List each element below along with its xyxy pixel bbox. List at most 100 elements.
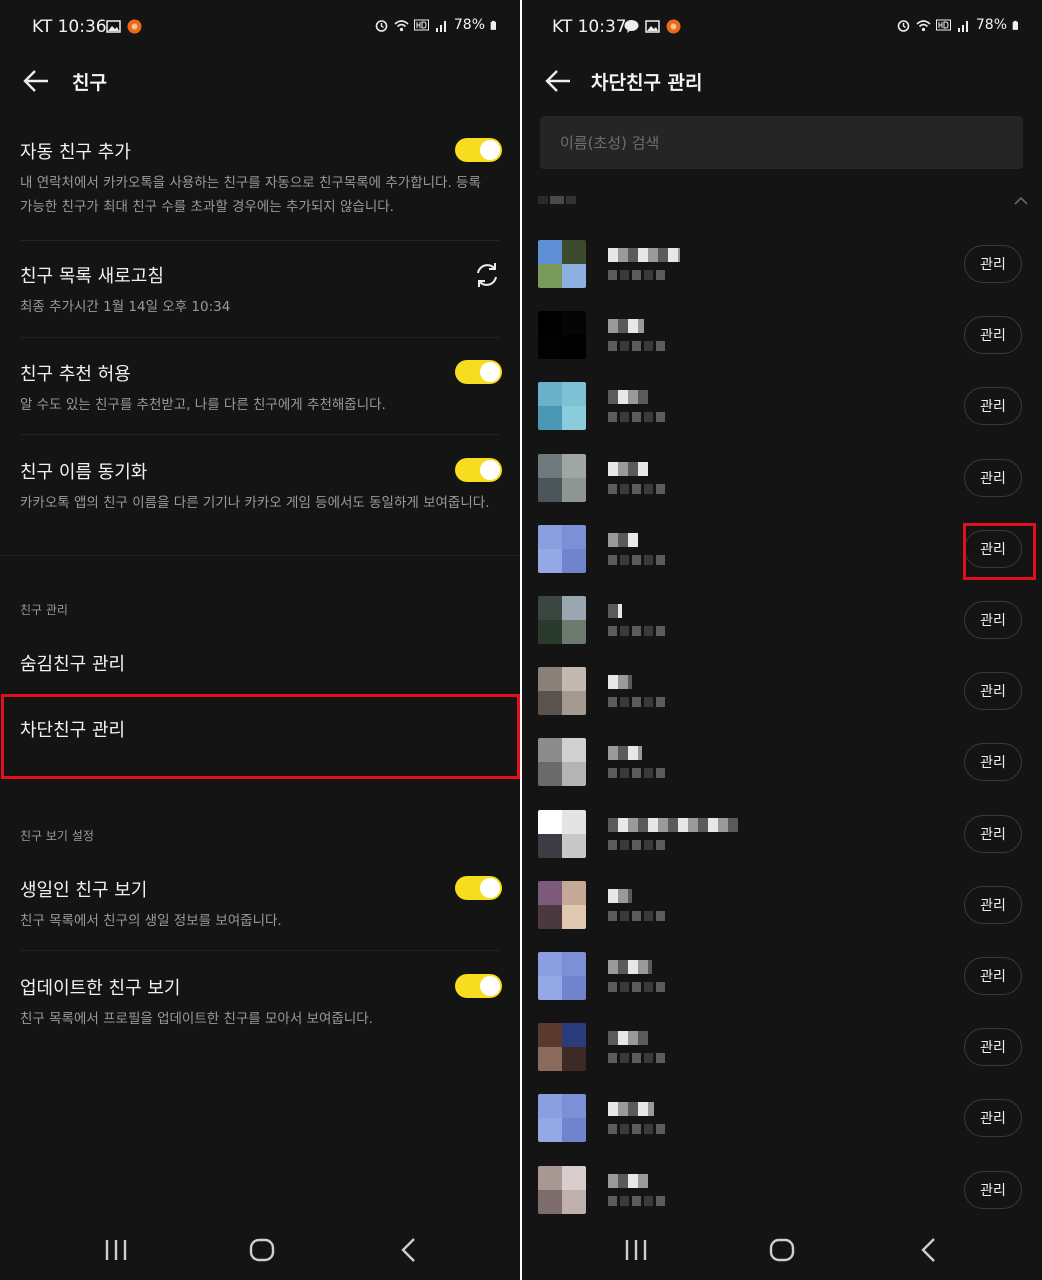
- manage-button[interactable]: 관리: [964, 672, 1022, 710]
- status-pixel: [608, 982, 617, 992]
- manage-button[interactable]: 관리: [964, 601, 1022, 639]
- manage-button[interactable]: 관리: [964, 459, 1022, 497]
- refresh-icon[interactable]: [472, 260, 502, 290]
- friend-name-blurred: [608, 818, 738, 832]
- setting-recommend-desc: 알 수도 있는 친구를 추천받고, 나를 다른 친구에게 추천해줍니다.: [20, 397, 386, 413]
- status-time: KT 10:36: [32, 17, 107, 37]
- back-arrow-icon[interactable]: [22, 68, 50, 94]
- status-pixel: [644, 1196, 653, 1206]
- hidden-friends-menu[interactable]: 숨김친구 관리: [20, 650, 125, 676]
- manage-button[interactable]: 관리: [964, 1171, 1022, 1209]
- status-pixel: [620, 697, 629, 707]
- avatar-pixel: [562, 1047, 586, 1071]
- name-pixel: [698, 818, 708, 832]
- list-item: 관리: [522, 596, 1042, 656]
- status-pixel: [620, 626, 629, 636]
- search-input[interactable]: [540, 116, 1023, 169]
- status-pixel: [632, 982, 641, 992]
- name-pixel: [618, 390, 628, 404]
- manage-button[interactable]: 관리: [964, 743, 1022, 781]
- status-pixel: [632, 768, 641, 778]
- avatar-pixel: [562, 240, 586, 264]
- avatar-pixel: [538, 478, 562, 502]
- name-sync-toggle[interactable]: [455, 458, 502, 482]
- name-pixel: [628, 818, 638, 832]
- updated-toggle[interactable]: [455, 974, 502, 998]
- recent-apps-icon[interactable]: [616, 1230, 656, 1270]
- avatar-pixel: [562, 1118, 586, 1142]
- status-pixel: [656, 697, 665, 707]
- back-nav-icon[interactable]: [908, 1230, 948, 1270]
- setting-refresh: 친구 목록 새로고침 최종 추가시간 1월 14일 오후 10:34: [0, 262, 520, 332]
- name-pixel: [608, 1031, 618, 1045]
- avatar-pixel: [538, 738, 562, 762]
- status-pixel: [608, 341, 617, 351]
- status-pixel: [620, 341, 629, 351]
- home-icon[interactable]: [762, 1230, 802, 1270]
- chevron-up-icon[interactable]: [1014, 196, 1028, 206]
- status-pixel: [632, 697, 641, 707]
- avatar-pixel: [538, 1094, 562, 1118]
- status-pixel: [632, 555, 641, 565]
- avatar-pixel: [562, 264, 586, 288]
- avatar-pixel: [562, 810, 586, 834]
- birthday-toggle[interactable]: [455, 876, 502, 900]
- recommend-toggle[interactable]: [455, 360, 502, 384]
- manage-button[interactable]: 관리: [964, 957, 1022, 995]
- back-nav-icon[interactable]: [388, 1230, 428, 1270]
- status-pixel: [632, 341, 641, 351]
- avatar-pixel: [562, 952, 586, 976]
- friend-status-blurred: [608, 626, 668, 636]
- setting-updated: 업데이트한 친구 보기 친구 목록에서 프로필을 업데이트한 친구를 모아서 보…: [0, 974, 520, 1034]
- list-item: 관리: [522, 311, 1042, 371]
- status-pixel: [608, 555, 617, 565]
- friend-status-blurred: [608, 982, 668, 992]
- status-pixel: [656, 412, 665, 422]
- friend-name-blurred: [608, 462, 648, 476]
- recent-apps-icon[interactable]: [96, 1230, 136, 1270]
- status-pixel: [620, 412, 629, 422]
- avatar-pixel: [562, 738, 586, 762]
- status-pixel: [632, 1053, 641, 1063]
- name-pixel: [618, 818, 628, 832]
- friend-name-blurred: [608, 1174, 648, 1188]
- friend-status-blurred: [608, 840, 668, 850]
- status-pixel: [644, 1053, 653, 1063]
- battery-icon: [490, 20, 496, 30]
- name-pixel: [618, 1174, 628, 1188]
- manage-button[interactable]: 관리: [964, 1028, 1022, 1066]
- friend-status-blurred: [608, 412, 668, 422]
- section-label-manage: 친구 관리: [20, 603, 68, 617]
- manage-button[interactable]: 관리: [964, 316, 1022, 354]
- avatar-pixel: [538, 834, 562, 858]
- name-pixel: [648, 960, 652, 974]
- manage-button[interactable]: 관리: [964, 815, 1022, 853]
- auto-add-toggle[interactable]: [455, 138, 502, 162]
- status-pixel: [620, 768, 629, 778]
- status-pixel: [620, 1053, 629, 1063]
- avatar-pixel: [562, 881, 586, 905]
- home-icon[interactable]: [242, 1230, 282, 1270]
- name-pixel: [628, 248, 638, 262]
- list-item: 관리: [522, 952, 1042, 1012]
- status-pixel: [608, 412, 617, 422]
- manage-button[interactable]: 관리: [964, 245, 1022, 283]
- status-pixel: [656, 626, 665, 636]
- name-pixel: [658, 248, 668, 262]
- group-label-blurred: [538, 196, 576, 204]
- status-pixel: [632, 1124, 641, 1134]
- avatar: [538, 810, 586, 858]
- manage-button[interactable]: 관리: [964, 886, 1022, 924]
- status-notification-icons: [106, 19, 142, 34]
- name-pixel: [638, 390, 648, 404]
- avatar-pixel: [538, 1118, 562, 1142]
- status-pixel: [632, 840, 641, 850]
- name-pixel: [678, 818, 688, 832]
- manage-button[interactable]: 관리: [964, 387, 1022, 425]
- status-pixel: [620, 1196, 629, 1206]
- name-pixel: [608, 818, 618, 832]
- manage-button[interactable]: 관리: [964, 1099, 1022, 1137]
- avatar-pixel: [538, 525, 562, 549]
- status-pixel: [644, 555, 653, 565]
- back-arrow-icon[interactable]: [544, 68, 572, 94]
